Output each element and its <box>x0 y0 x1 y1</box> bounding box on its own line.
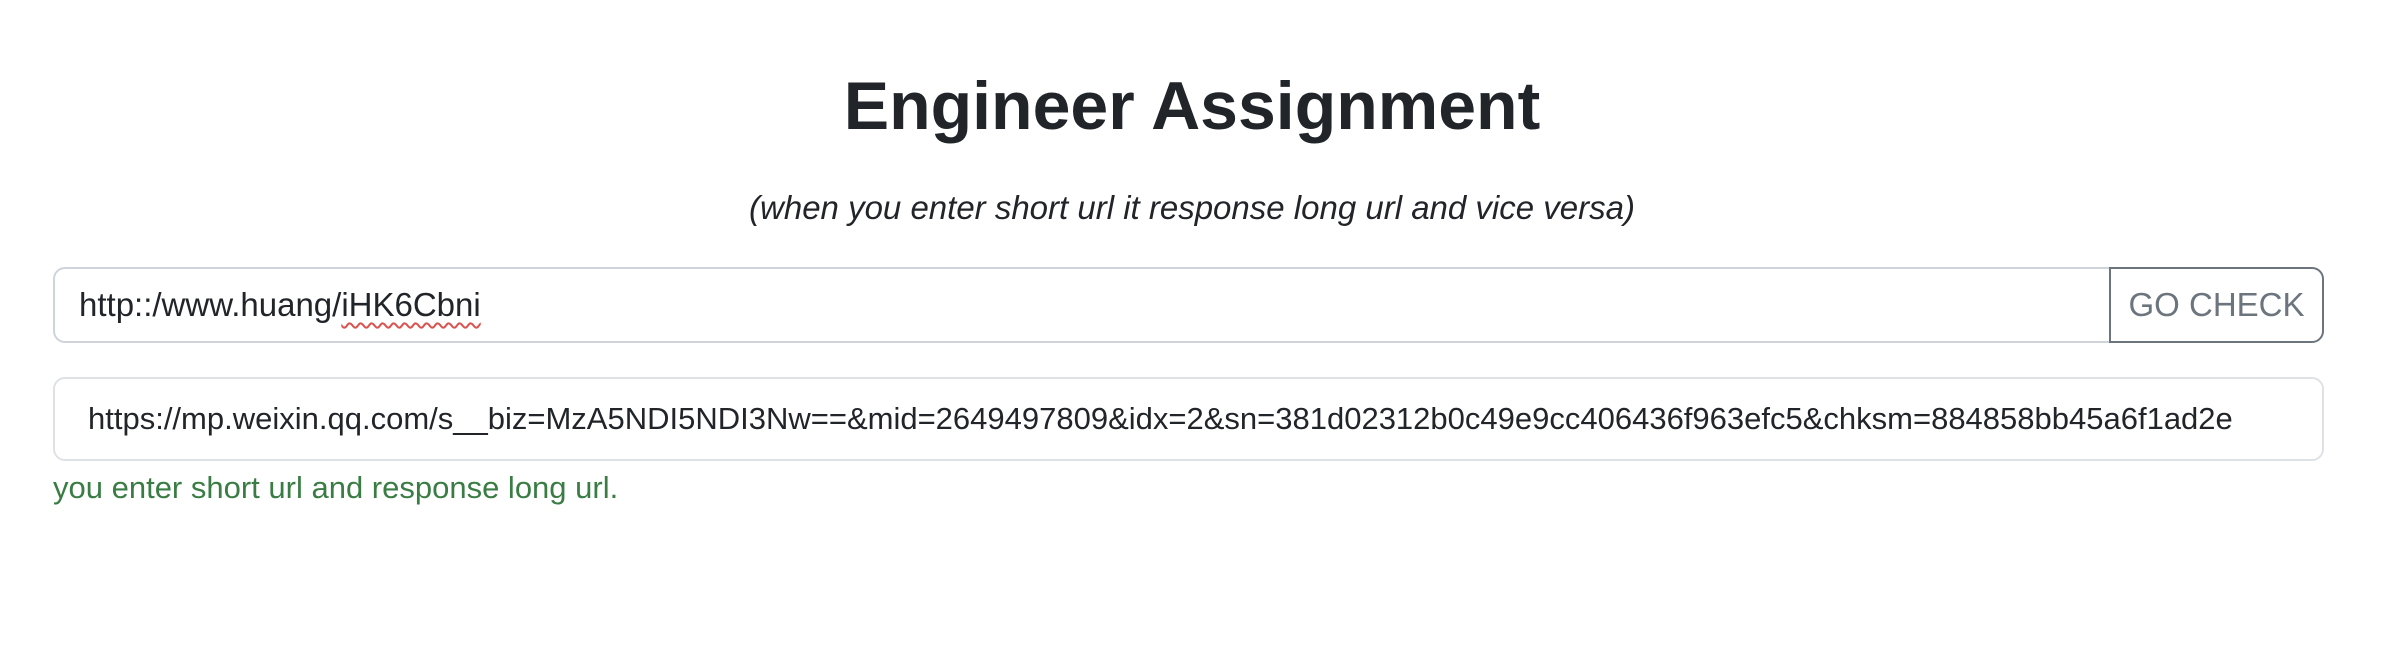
status-message: you enter short url and response long ur… <box>53 470 619 505</box>
url-input-prefix: http::/www.huang/ <box>79 286 342 323</box>
url-input-value: http::/www.huang/iHK6Cbni <box>79 286 481 324</box>
result-url-text: https://mp.weixin.qq.com/s__biz=MzA5NDI5… <box>88 401 2233 436</box>
url-input-group: http::/www.huang/iHK6Cbni GO CHECK <box>53 267 2324 343</box>
page-title: Engineer Assignment <box>843 68 1541 144</box>
go-check-button[interactable]: GO CHECK <box>2109 267 2324 343</box>
url-input-misspelled-token: iHK6Cbni <box>341 286 481 323</box>
page-subtitle: (when you enter short url it response lo… <box>749 189 1635 226</box>
result-output-box: https://mp.weixin.qq.com/s__biz=MzA5NDI5… <box>53 377 2324 461</box>
url-input[interactable]: http::/www.huang/iHK6Cbni <box>53 267 2109 343</box>
